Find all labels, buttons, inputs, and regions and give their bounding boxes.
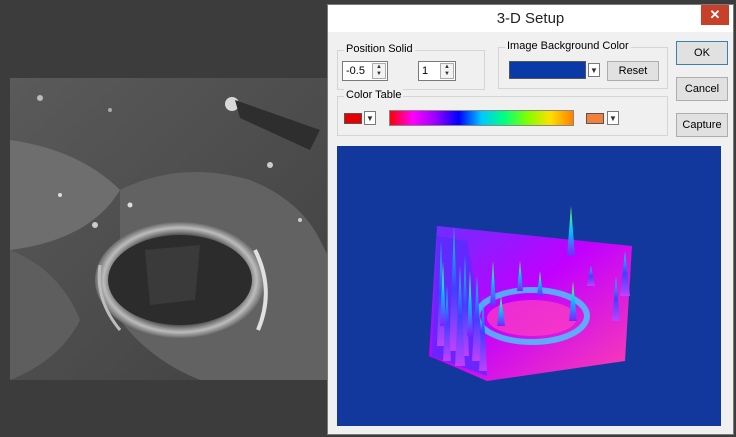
chevron-down-icon[interactable]: ▼ [588,63,600,77]
color-table-low-swatch[interactable] [344,113,362,124]
reset-button[interactable]: Reset [607,61,659,81]
position-solid-label: Position Solid [344,43,415,55]
dialog-title: 3-D Setup [496,10,565,27]
chevron-down-icon[interactable]: ▼ [364,111,376,125]
close-button[interactable]: ✕ [701,5,729,25]
position-solid-field-2[interactable]: 1 ▲ ▼ [418,61,456,81]
position-solid-value-1: -0.5 [346,65,365,77]
color-table-group: Color Table ▼ ▼ [337,89,668,136]
close-icon: ✕ [709,7,721,22]
position-solid-field-1[interactable]: -0.5 ▲ ▼ [342,61,388,81]
background-color-group: Image Background Color ▼ Reset [498,40,668,89]
color-table-label: Color Table [344,89,404,101]
spin-arrows-icon[interactable]: ▲ ▼ [440,63,454,79]
chevron-down-icon[interactable]: ▼ [607,111,619,125]
background-color-label: Image Background Color [505,40,631,52]
color-table-high-swatch[interactable] [586,113,604,124]
spin-arrows-icon[interactable]: ▲ ▼ [372,63,386,79]
position-solid-value-2: 1 [422,65,429,77]
capture-button[interactable]: Capture [676,113,728,137]
color-table-gradient [389,110,574,126]
title-bar[interactable]: 3-D Setup ✕ [328,5,733,32]
setup-dialog: 3-D Setup ✕ Position Solid -0.5 ▲ ▼ 1 ▲ ▼ … [327,4,734,435]
background-color-swatch[interactable] [509,61,586,79]
position-solid-group: Position Solid -0.5 ▲ ▼ 1 ▲ ▼ [337,43,485,90]
3d-surface-render [429,206,632,381]
cancel-button[interactable]: Cancel [676,77,728,101]
ok-button[interactable]: OK [676,41,728,65]
3d-render-viewport[interactable] [337,146,721,426]
